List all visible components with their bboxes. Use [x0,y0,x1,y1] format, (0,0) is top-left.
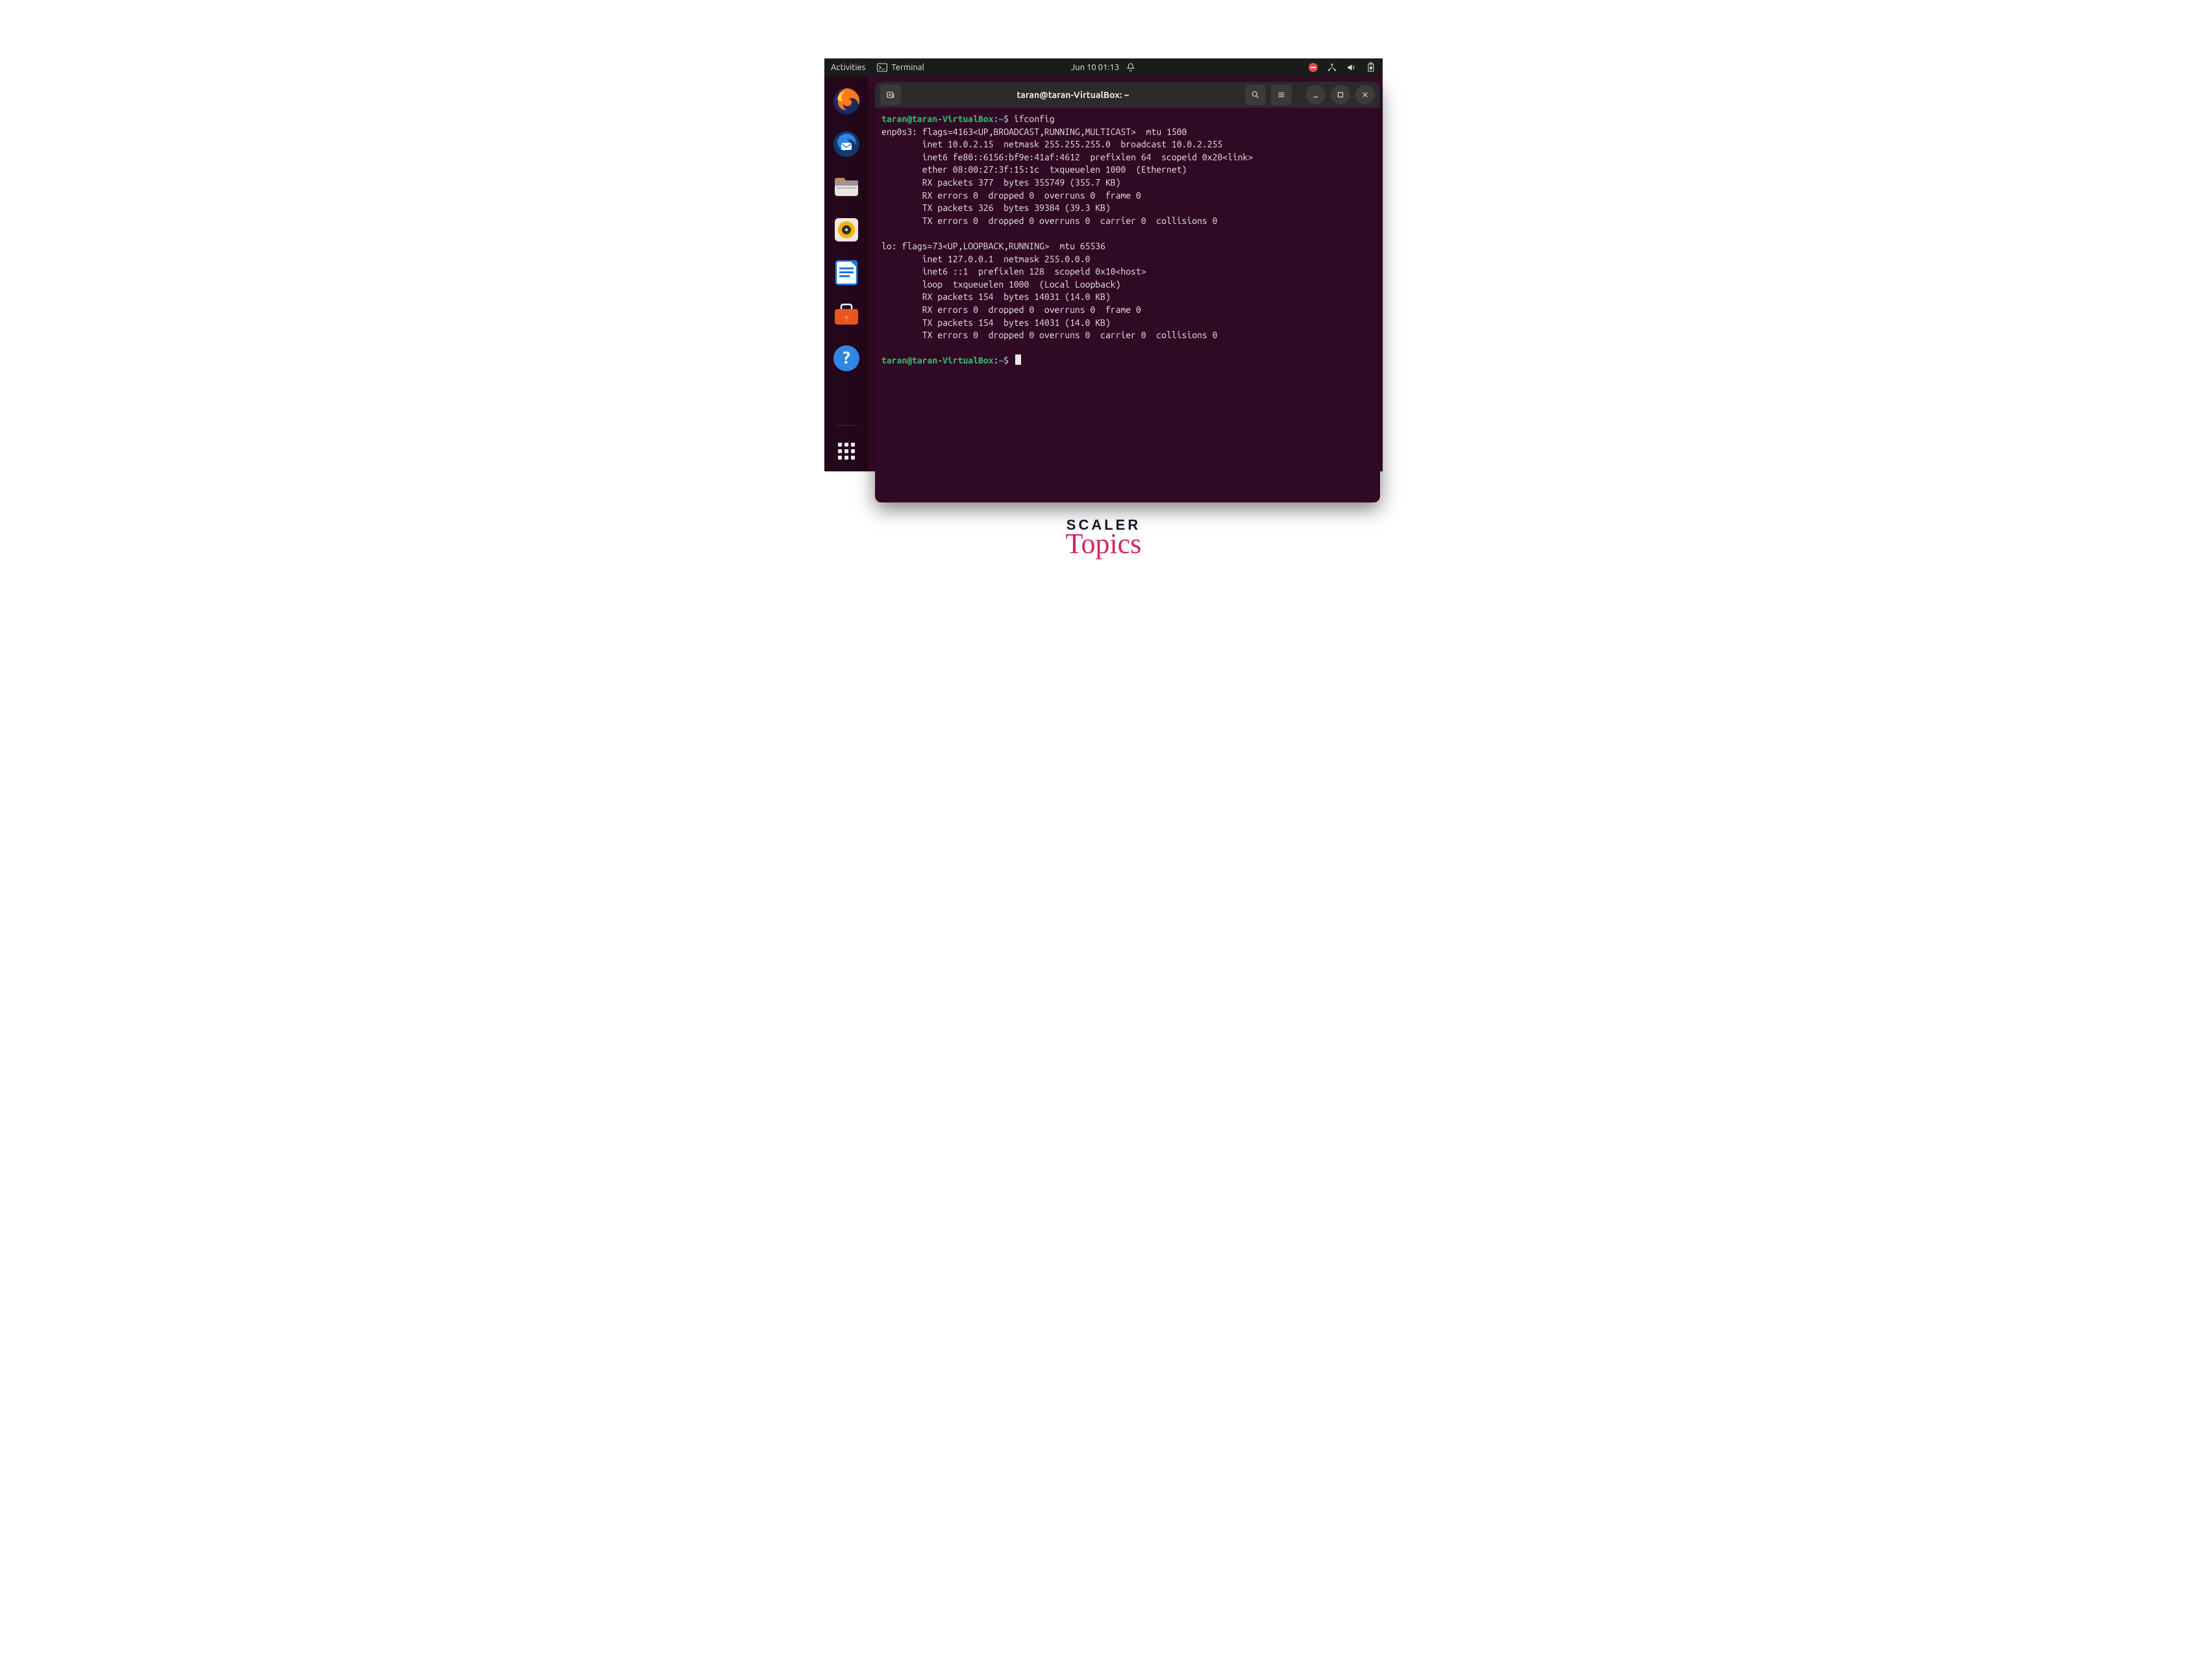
terminal-body[interactable]: taran@taran-VirtualBox:~$ ifconfig enp0s… [875,108,1380,502]
scaler-topics-logo: SCALER Topics [698,517,1509,560]
battery-charging-icon[interactable] [1366,62,1376,73]
brand-line2: Topics [698,527,1509,560]
minimize-button[interactable] [1306,85,1325,105]
network-icon[interactable] [1327,62,1337,73]
ubuntu-desktop: Activities Terminal Jun 10 01:13 [824,58,1383,471]
help-app[interactable]: ? [831,343,862,374]
terminal-window: taran@taran-VirtualBox: ~ taran@t [875,82,1380,502]
libreoffice-writer-app[interactable] [831,257,862,288]
do-not-disturb-icon[interactable] [1309,63,1318,72]
rhythmbox-app[interactable] [831,214,862,245]
svg-text:?: ? [843,348,850,367]
new-tab-button[interactable] [880,84,901,105]
maximize-button[interactable] [1331,85,1350,105]
gnome-topbar: Activities Terminal Jun 10 01:13 [824,58,1383,77]
search-button[interactable] [1245,84,1266,105]
hamburger-menu-button[interactable] [1271,84,1292,105]
close-button[interactable] [1355,85,1375,105]
show-applications-button[interactable] [831,443,862,471]
volume-icon[interactable] [1346,62,1357,73]
activities-button[interactable]: Activities [831,63,865,72]
firefox-app[interactable] [831,86,862,117]
thunderbird-app[interactable] [831,129,862,160]
files-app[interactable] [831,171,862,203]
active-app-indicator[interactable]: Terminal [877,63,924,72]
ubuntu-software-app[interactable] [831,300,862,331]
apps-grid-icon [838,443,855,460]
clock[interactable]: Jun 10 01:13 [1071,63,1119,72]
active-app-label: Terminal [891,63,924,72]
terminal-titlebar: taran@taran-VirtualBox: ~ [875,82,1380,108]
terminal-title: taran@taran-VirtualBox: ~ [906,90,1240,100]
terminal-icon [877,63,887,72]
dock-separator [835,425,857,426]
dock: ? [824,77,869,471]
bell-icon[interactable] [1126,62,1136,73]
